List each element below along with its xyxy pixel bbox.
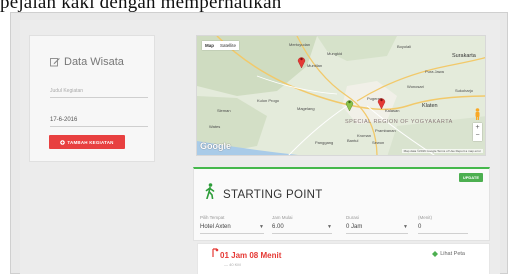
place-dropdown-icon: ▼ — [259, 224, 264, 230]
form-title-text: Data Wisata — [64, 56, 124, 68]
map-label-special-region: SPECIAL REGION OF YOGYAKARTA — [345, 119, 453, 125]
start-time-dropdown-icon: ▼ — [327, 224, 332, 230]
form-title: Data Wisata — [50, 56, 124, 68]
duration-dropdown-icon: ▼ — [403, 224, 408, 230]
minutes-value: 0 — [418, 224, 422, 230]
map-label-kalasan: Kalasan — [385, 108, 400, 113]
satellite-tab[interactable]: Satellite — [217, 41, 239, 50]
street-view-pegman-icon[interactable] — [474, 108, 481, 120]
diamond-arrow-icon — [432, 251, 439, 257]
zoom-control: + − — [473, 123, 482, 141]
map-label-bantul: Bantul — [347, 138, 359, 143]
place-label: Pilih Tempat — [200, 215, 225, 220]
minutes-input[interactable]: 0 — [418, 224, 468, 234]
add-activity-label: TAMBAH KEGIATAN — [67, 139, 114, 145]
zoom-out-button[interactable]: − — [475, 132, 479, 140]
google-logo: Google — [200, 141, 231, 151]
map-label-mertoyudan: Mertoyudan — [289, 42, 311, 47]
add-activity-button[interactable]: TAMBAH KEGIATAN — [49, 135, 125, 149]
travel-time: 01 Jam 08 Menit — [220, 251, 282, 260]
map-tab[interactable]: Map — [202, 41, 217, 50]
map-label-boyolali: Boyolali — [397, 44, 412, 49]
duration-value: 0 Jam — [346, 224, 363, 230]
map-marker-red-2[interactable] — [377, 96, 386, 109]
map-label-sewon: Sewon — [372, 140, 385, 145]
map-label-kroman: Kroman — [357, 133, 372, 138]
google-map[interactable]: Map Satellite Mertoyudan Mungkid Muntila… — [196, 35, 486, 156]
map-label-klaten: Klaten — [422, 103, 438, 109]
map-marker-green[interactable] — [345, 98, 354, 111]
route-result-card: 01 Jam 08 Menit — 40 KM Lihat Peta — [197, 243, 490, 274]
start-time-label: Jam Mulai — [272, 215, 293, 220]
map-marker-red[interactable] — [297, 55, 306, 68]
date-input[interactable]: 17-6-2016 — [50, 115, 148, 127]
map-label-pura-jawa: Pura Jawa — [425, 69, 444, 74]
starting-point-card: UPDATE STARTING POINT Pilih Tempat Hotel… — [193, 167, 490, 241]
map-label-wonosari: Wonosari — [407, 84, 424, 89]
travel-distance: — 40 KM — [224, 262, 241, 267]
walking-person-icon — [205, 183, 215, 199]
map-label-mungkid: Mungkid — [327, 51, 343, 56]
update-button[interactable]: UPDATE — [458, 173, 483, 182]
duration-select[interactable]: 0 Jam ▼ — [346, 224, 408, 234]
route-segment-icon — [212, 248, 219, 257]
map-label-sukoharjo: Sukoharjo — [455, 88, 474, 93]
minutes-label: (Menit) — [418, 215, 433, 220]
edit-icon — [50, 58, 60, 67]
map-type-tabs: Map Satellite — [202, 41, 240, 50]
place-value: Hotel Axten — [200, 224, 231, 230]
map-label-magelang: Magelang — [297, 106, 315, 111]
map-label-surakarta: Surakarta — [452, 53, 476, 59]
activity-title-input[interactable]: Judul Kegiatan — [50, 86, 148, 98]
map-label-prambanan: Prambanan — [375, 128, 396, 133]
starting-point-title: STARTING POINT — [223, 189, 323, 201]
start-time-select[interactable]: 6.00 ▼ — [272, 224, 332, 234]
view-map-label: Lihat Peta — [440, 251, 465, 257]
map-label-panggang: Panggang — [315, 140, 334, 145]
map-label-sleman: Sleman — [217, 108, 231, 113]
map-label-muntilan: Muntilan — [307, 63, 323, 68]
plus-circle-icon — [60, 139, 66, 145]
map-footer[interactable]: Map data ©2016 Google Terms of Use Repor… — [401, 149, 483, 153]
duration-label: Durasi — [346, 215, 360, 220]
map-label-wates: Wates — [209, 124, 221, 129]
data-wisata-card: Data Wisata Judul Kegiatan 17-6-2016 TAM… — [29, 35, 155, 162]
view-map-link[interactable]: Lihat Peta — [432, 251, 465, 257]
place-select[interactable]: Hotel Axten ▼ — [200, 224, 264, 234]
map-label-kulon-progo: Kulon Progo — [257, 98, 280, 103]
zoom-in-button[interactable]: + — [475, 124, 479, 132]
start-time-value: 6.00 — [272, 224, 284, 230]
